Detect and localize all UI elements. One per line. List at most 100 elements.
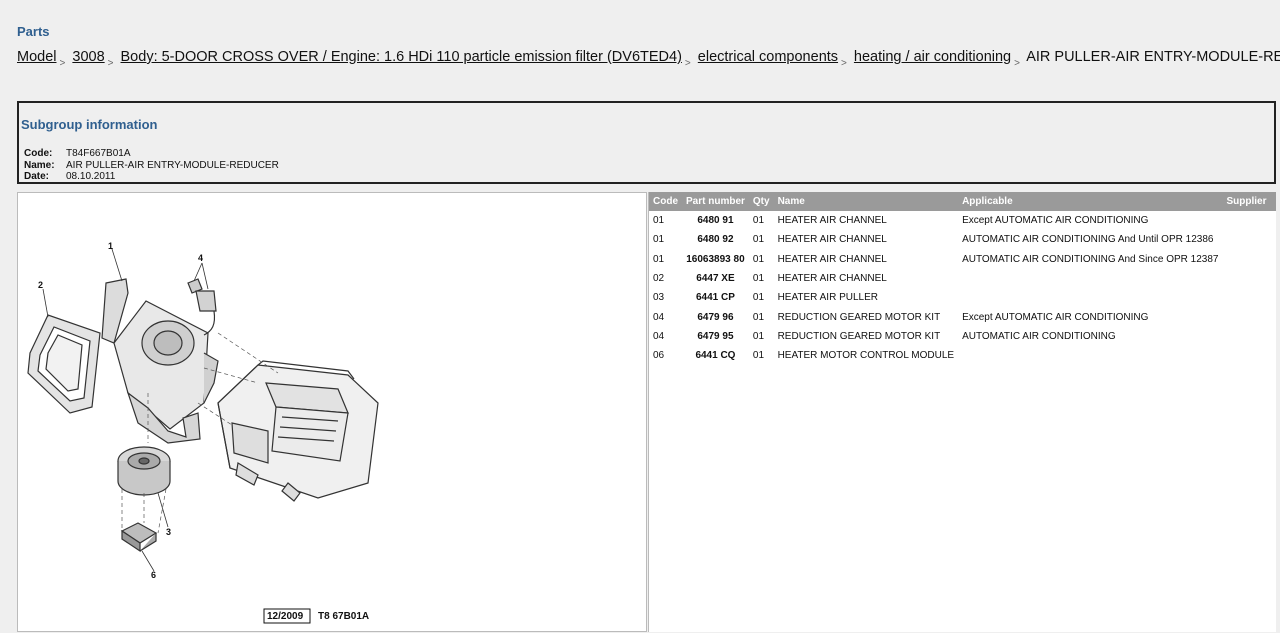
table-row[interactable]: 04 6479 96 01 REDUCTION GEARED MOTOR KIT… xyxy=(649,307,1276,326)
cell-applicable: AUTOMATIC AIR CONDITIONING xyxy=(962,330,1116,342)
cell-applicable xyxy=(958,288,1222,307)
table-row[interactable]: 04 6479 95 01 REDUCTION GEARED MOTOR KIT… xyxy=(649,327,1276,346)
table-row[interactable]: 02 6447 XE 01 HEATER AIR CHANNEL xyxy=(649,269,1276,288)
cell-qty: 01 xyxy=(752,273,765,285)
part-6-control-module-drawing[interactable] xyxy=(120,522,158,553)
table-header-row: Code Part number Qty Name Applicable Sup… xyxy=(649,192,1276,211)
cell-part-number[interactable]: 6480 91 xyxy=(682,211,749,230)
cell-supplier xyxy=(1222,250,1276,269)
cell-name: HEATER AIR PULLER xyxy=(777,292,878,304)
cell-name: REDUCTION GEARED MOTOR KIT xyxy=(777,311,941,323)
callout-3[interactable]: 3 xyxy=(166,527,171,537)
breadcrumb-current: AIR PULLER-AIR ENTRY-MODULE-REDUCER xyxy=(1026,49,1280,65)
cell-part-number[interactable]: 6441 CP xyxy=(682,288,749,307)
cell-code: 01 xyxy=(653,215,665,227)
cell-part-number[interactable]: 6480 92 xyxy=(682,230,749,249)
cell-code: 01 xyxy=(653,253,665,265)
table-row[interactable]: 01 6480 91 01 HEATER AIR CHANNEL Except … xyxy=(649,211,1276,230)
breadcrumb-body-engine[interactable]: Body: 5-DOOR CROSS OVER / Engine: 1.6 HD… xyxy=(121,49,682,65)
col-name: Name xyxy=(773,192,959,211)
exploded-diagram: 1 2 3 4 6 12/2009 T8 67B01A xyxy=(27,241,379,624)
cell-part-number[interactable]: 6479 95 xyxy=(682,327,749,346)
cell-code: 04 xyxy=(653,311,665,323)
stamp-date: 12/2009 xyxy=(267,611,304,622)
table-row[interactable]: 06 6441 CQ 01 HEATER MOTOR CONTROL MODUL… xyxy=(649,346,1276,365)
col-code: Code xyxy=(649,192,682,211)
table-row[interactable]: 01 16063893 80 01 HEATER AIR CHANNEL AUT… xyxy=(649,250,1276,269)
callout-6[interactable]: 6 xyxy=(151,570,156,580)
cell-qty: 01 xyxy=(752,234,765,246)
breadcrumb-model[interactable]: Model xyxy=(17,49,57,65)
cell-code: 04 xyxy=(653,330,665,342)
parts-title: Parts xyxy=(17,24,50,39)
breadcrumb: Model > 3008 > Body: 5-DOOR CROSS OVER / E… xyxy=(17,49,1280,69)
breadcrumb-separator: > xyxy=(841,58,847,69)
cell-part-number[interactable]: 6479 96 xyxy=(682,307,749,326)
subgroup-title: Subgroup information xyxy=(21,117,158,132)
cell-applicable: AUTOMATIC AIR CONDITIONING And Until OPR… xyxy=(962,234,1214,246)
cell-code: 02 xyxy=(653,273,665,285)
cell-applicable: AUTOMATIC AIR CONDITIONING And Since OPR… xyxy=(962,253,1219,265)
code-label: Code: xyxy=(24,148,53,159)
cell-supplier xyxy=(1222,307,1276,326)
cell-code: 01 xyxy=(653,234,665,246)
callout-4[interactable]: 4 xyxy=(198,253,203,263)
cell-qty: 01 xyxy=(752,292,765,304)
col-part-number: Part number xyxy=(682,192,749,211)
part-3-air-puller-drawing[interactable] xyxy=(117,446,171,496)
breadcrumb-heating-air-conditioning[interactable]: heating / air conditioning xyxy=(854,49,1011,65)
col-applicable: Applicable xyxy=(958,192,1223,211)
callout-2[interactable]: 2 xyxy=(38,280,43,290)
part-2-frame-drawing[interactable] xyxy=(27,314,101,414)
cell-applicable xyxy=(958,269,1222,288)
cell-supplier xyxy=(1222,288,1276,307)
cell-qty: 01 xyxy=(752,215,765,227)
cell-code: 06 xyxy=(653,350,665,362)
cell-qty: 01 xyxy=(752,253,765,265)
cell-part-number[interactable]: 16063893 80 xyxy=(682,250,749,269)
cell-name: HEATER MOTOR CONTROL MODULE xyxy=(777,350,955,362)
cell-supplier xyxy=(1222,346,1276,365)
parts-table-panel: Code Part number Qty Name Applicable Sup… xyxy=(648,192,1276,632)
cell-supplier xyxy=(1222,327,1276,346)
callout-1[interactable]: 1 xyxy=(108,241,113,251)
cell-applicable xyxy=(958,346,1222,365)
stamp-ref: T8 67B01A xyxy=(318,611,369,622)
cell-qty: 01 xyxy=(752,311,765,323)
cell-name: HEATER AIR CHANNEL xyxy=(777,215,887,227)
table-row[interactable]: 03 6441 CP 01 HEATER AIR PULLER xyxy=(649,288,1276,307)
cell-name: HEATER AIR CHANNEL xyxy=(777,253,887,265)
col-qty: Qty xyxy=(748,192,774,211)
cell-applicable: Except AUTOMATIC AIR CONDITIONING xyxy=(962,311,1149,323)
breadcrumb-separator: > xyxy=(684,58,691,69)
breadcrumb-separator: > xyxy=(107,58,114,69)
cell-name: REDUCTION GEARED MOTOR KIT xyxy=(777,330,941,342)
name-value: AIR PULLER-AIR ENTRY-MODULE-REDUCER xyxy=(66,159,279,171)
breadcrumb-separator: > xyxy=(59,58,66,69)
subgroup-info-panel: Subgroup information Code: T84F667B01A Na… xyxy=(17,101,1276,184)
cell-supplier xyxy=(1222,230,1276,249)
cell-applicable: Except AUTOMATIC AIR CONDITIONING xyxy=(962,215,1149,227)
breadcrumb-3008[interactable]: 3008 xyxy=(72,49,104,65)
breadcrumb-electrical-components[interactable]: electrical components xyxy=(698,49,838,65)
cell-part-number[interactable]: 6441 CQ xyxy=(682,346,749,365)
date-label: Date: xyxy=(24,171,50,182)
cell-supplier xyxy=(1222,269,1276,288)
code-value: T84F667B01A xyxy=(66,148,131,159)
cell-part-number[interactable]: 6447 XE xyxy=(682,269,749,288)
table-row[interactable]: 01 6480 92 01 HEATER AIR CHANNEL AUTOMAT… xyxy=(649,230,1276,249)
cell-qty: 01 xyxy=(752,330,765,342)
cell-name: HEATER AIR CHANNEL xyxy=(777,273,887,285)
breadcrumb-separator: > xyxy=(1014,58,1020,69)
cell-code: 03 xyxy=(653,292,665,304)
heater-module-drawing xyxy=(217,360,379,502)
cell-supplier xyxy=(1222,211,1276,230)
name-label: Name: xyxy=(24,159,55,171)
subgroup-details: Code: T84F667B01A Name: AIR PULLER-AIR ENT… xyxy=(24,148,279,183)
cell-name: HEATER AIR CHANNEL xyxy=(777,234,887,246)
exploded-diagram-panel: 1 2 3 4 6 12/2009 T8 67B01A xyxy=(17,192,647,632)
date-value: 08.10.2011 xyxy=(66,171,116,182)
cell-qty: 01 xyxy=(752,350,765,362)
parts-table: Code Part number Qty Name Applicable Sup… xyxy=(649,192,1276,365)
col-supplier: Supplier xyxy=(1222,192,1276,211)
